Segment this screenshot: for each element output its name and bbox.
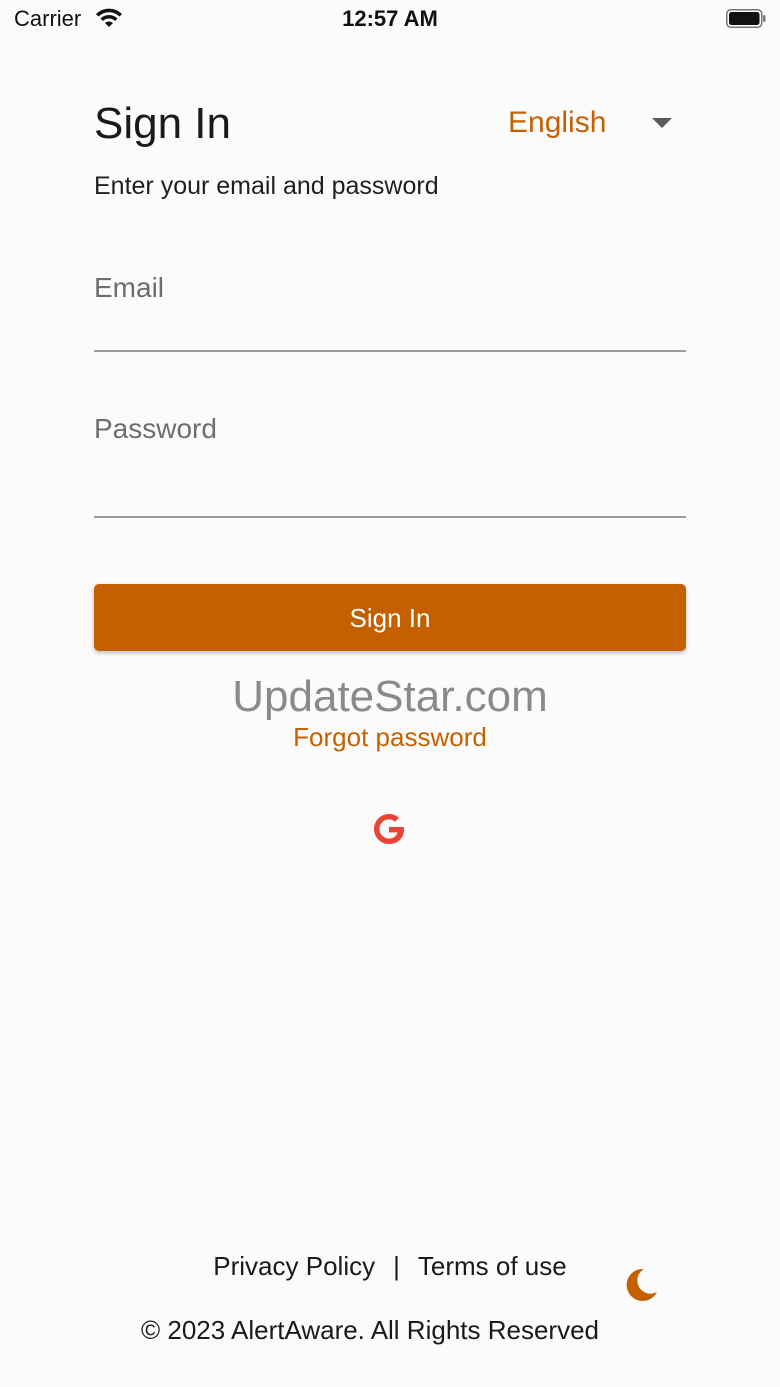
terms-of-use-link[interactable]: Terms of use (418, 1248, 567, 1284)
copyright-text: © 2023 AlertAware. All Rights Reserved (140, 1315, 600, 1345)
sign-in-button[interactable]: Sign In (94, 584, 686, 651)
caret-down-icon (652, 118, 672, 128)
status-time: 12:57 AM (342, 6, 438, 31)
page-subtitle: Enter your email and password (94, 172, 439, 200)
privacy-policy-link[interactable]: Privacy Policy (213, 1248, 375, 1284)
footer-separator: | (393, 1251, 400, 1281)
page-title: Sign In (94, 99, 231, 148)
sign-in-screen: Carrier 12:57 AM Sign In English Enter y… (0, 0, 780, 1387)
footer-links: Privacy Policy | Terms of use (0, 1248, 780, 1284)
language-dropdown[interactable]: English (508, 104, 684, 144)
forgot-password-link[interactable]: Forgot password (0, 720, 780, 754)
moon-icon[interactable] (622, 1266, 660, 1304)
password-field-container (94, 412, 686, 518)
google-icon[interactable] (368, 808, 410, 850)
email-field-container (94, 270, 686, 352)
language-selected-value: English (508, 106, 607, 139)
password-field[interactable] (94, 412, 686, 516)
battery-icon (726, 9, 766, 28)
status-bar: Carrier 12:57 AM (0, 0, 780, 44)
email-field[interactable] (94, 270, 686, 350)
watermark: UpdateStar.com (232, 672, 548, 721)
